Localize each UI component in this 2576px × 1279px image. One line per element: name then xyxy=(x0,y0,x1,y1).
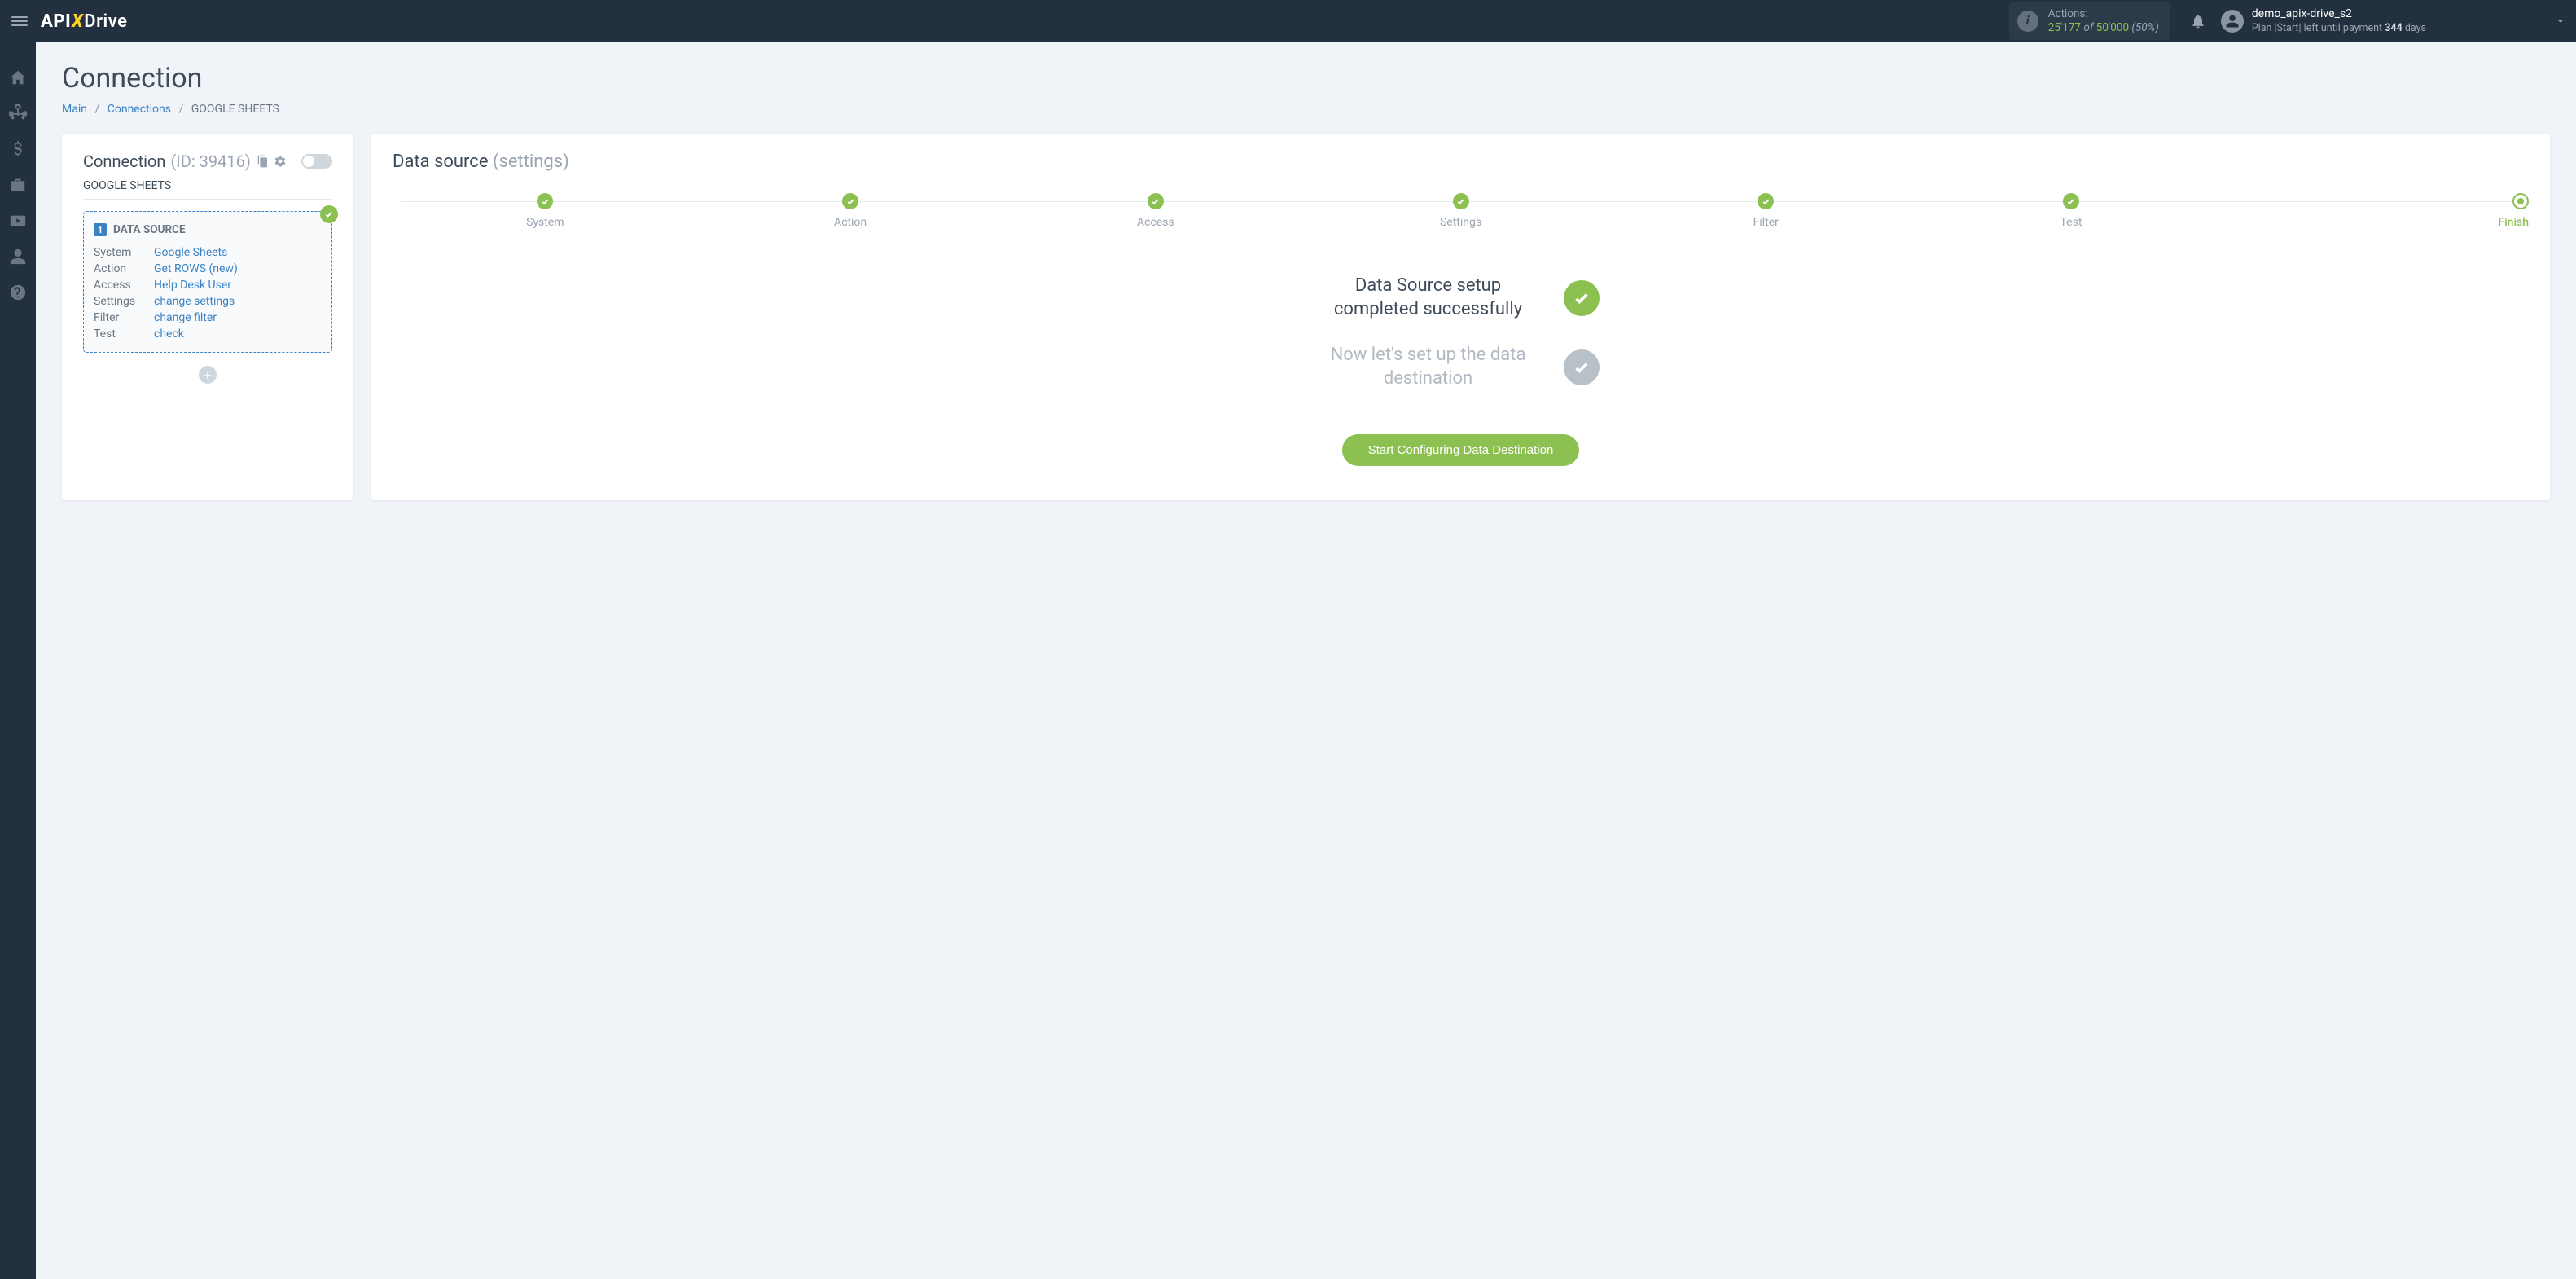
breadcrumb: Main / Connections / GOOGLE SHEETS xyxy=(62,103,2550,116)
menu-toggle-icon[interactable] xyxy=(10,11,29,31)
breadcrumb-main[interactable]: Main xyxy=(62,103,87,116)
connection-header: Connection (ID: 39416) xyxy=(83,152,332,171)
row-key: Settings xyxy=(94,295,154,308)
step-test[interactable]: Test xyxy=(1919,193,2224,229)
step-label: Action xyxy=(834,216,867,229)
connections-icon[interactable] xyxy=(9,104,27,122)
result-block: Data Source setup completed successfully… xyxy=(393,275,2529,466)
actions-of: of xyxy=(2083,21,2093,34)
step-dot-icon xyxy=(2063,193,2079,209)
actions-counter[interactable]: i Actions: 25'177 of 50'000 (50%) xyxy=(2009,2,2170,40)
gear-icon[interactable] xyxy=(274,155,287,168)
row-key: System xyxy=(94,246,154,259)
video-icon[interactable] xyxy=(9,212,27,230)
actions-total: 50'000 xyxy=(2096,21,2129,34)
step-settings[interactable]: Settings xyxy=(1308,193,1613,229)
connection-subtitle: GOOGLE SHEETS xyxy=(83,179,332,200)
step-label: System xyxy=(526,216,564,229)
check-circle-icon xyxy=(1564,280,1600,316)
step-dot-icon xyxy=(1758,193,1774,209)
info-icon: i xyxy=(2017,11,2038,32)
avatar-icon xyxy=(2221,10,2244,33)
actions-text: Actions: 25'177 of 50'000 (50%) xyxy=(2048,7,2159,35)
row-key: Action xyxy=(94,262,154,275)
row-value-link[interactable]: Help Desk User xyxy=(154,279,322,292)
chevron-down-icon[interactable] xyxy=(2555,15,2566,27)
step-dot-icon xyxy=(842,193,858,209)
connection-header-label: Connection xyxy=(83,152,165,171)
result-row-done: Data Source setup completed successfully xyxy=(393,275,2529,321)
brand-api: API xyxy=(41,11,71,32)
result-done-text: Data Source setup completed successfully xyxy=(1323,275,1534,321)
data-source-rows: SystemGoogle SheetsActionGet ROWS (new)A… xyxy=(94,246,322,341)
breadcrumb-sep: / xyxy=(90,103,104,116)
check-circle-icon xyxy=(1564,349,1600,385)
data-source-wizard-card: Data source (settings) System Action Acces… xyxy=(371,134,2550,500)
result-pending-text: Now let's set up the data destination xyxy=(1323,344,1534,390)
user-lines: demo_apix-drive_s2 Plan |Start| left unt… xyxy=(2252,7,2426,34)
copy-icon[interactable] xyxy=(256,155,269,168)
bell-icon[interactable] xyxy=(2190,13,2206,29)
plan-line: Plan |Start| left until payment 344 days xyxy=(2252,22,2426,35)
step-access[interactable]: Access xyxy=(1003,193,1308,229)
check-icon xyxy=(320,205,338,223)
brand-drive: Drive xyxy=(84,11,127,32)
page-title: Connection xyxy=(62,62,2550,94)
actions-label: Actions: xyxy=(2048,7,2159,21)
step-label: Finish xyxy=(2498,216,2529,229)
row-value-link[interactable]: Google Sheets xyxy=(154,246,322,259)
source-badge-number: 1 xyxy=(94,223,107,236)
step-dot-icon xyxy=(537,193,553,209)
row-key: Access xyxy=(94,279,154,292)
start-destination-button[interactable]: Start Configuring Data Destination xyxy=(1342,434,1580,466)
profile-icon[interactable] xyxy=(9,248,27,266)
stepper: System Action Access Settings Filter Test Fini… xyxy=(393,193,2529,229)
step-dot-icon xyxy=(2512,193,2529,209)
actions-pct: (50%) xyxy=(2131,21,2158,34)
sidenav xyxy=(0,42,36,1279)
brand-logo[interactable]: APIXDrive xyxy=(41,11,127,32)
main-content: Connection Main / Connections / GOOGLE S… xyxy=(36,42,2576,1279)
step-filter[interactable]: Filter xyxy=(1613,193,1919,229)
row-key: Test xyxy=(94,327,154,341)
step-action[interactable]: Action xyxy=(698,193,1003,229)
step-label: Test xyxy=(2060,216,2082,229)
step-dot-icon xyxy=(1453,193,1469,209)
step-finish[interactable]: Finish xyxy=(2223,193,2529,229)
breadcrumb-current: GOOGLE SHEETS xyxy=(191,103,279,116)
row-key: Filter xyxy=(94,311,154,324)
actions-used: 25'177 xyxy=(2048,21,2081,34)
breadcrumb-connections[interactable]: Connections xyxy=(108,103,171,116)
result-row-pending: Now let's set up the data destination xyxy=(393,344,2529,390)
step-label: Settings xyxy=(1440,216,1481,229)
enable-toggle[interactable] xyxy=(301,154,332,169)
step-label: Filter xyxy=(1753,216,1779,229)
row-value-link[interactable]: change filter xyxy=(154,311,322,324)
row-value-link[interactable]: change settings xyxy=(154,295,322,308)
row-value-link[interactable]: check xyxy=(154,327,322,341)
home-icon[interactable] xyxy=(9,68,27,86)
help-icon[interactable] xyxy=(9,283,27,301)
wizard-title-main: Data source xyxy=(393,152,489,172)
breadcrumb-sep: / xyxy=(173,103,188,116)
topbar: APIXDrive i Actions: 25'177 of 50'000 (5… xyxy=(0,0,2576,42)
connection-id: (ID: 39416) xyxy=(170,152,250,171)
add-source-button[interactable]: + xyxy=(199,366,217,384)
step-dot-icon xyxy=(1148,193,1164,209)
billing-icon[interactable] xyxy=(9,140,27,158)
connection-card: Connection (ID: 39416) GOOGLE SHEETS 1 D… xyxy=(62,134,353,500)
wizard-title: Data source (settings) xyxy=(393,152,2529,172)
user-menu[interactable]: demo_apix-drive_s2 Plan |Start| left unt… xyxy=(2221,7,2426,34)
brand-x: X xyxy=(71,11,84,32)
username: demo_apix-drive_s2 xyxy=(2252,7,2426,22)
briefcase-icon[interactable] xyxy=(9,176,27,194)
row-value-link[interactable]: Get ROWS (new) xyxy=(154,262,322,275)
wizard-title-sub: (settings) xyxy=(493,152,569,172)
data-source-box[interactable]: 1 DATA SOURCE SystemGoogle SheetsActionG… xyxy=(83,211,332,353)
step-label: Access xyxy=(1137,216,1174,229)
step-system[interactable]: System xyxy=(393,193,698,229)
source-title-text: DATA SOURCE xyxy=(113,223,186,236)
data-source-title: 1 DATA SOURCE xyxy=(94,223,322,236)
